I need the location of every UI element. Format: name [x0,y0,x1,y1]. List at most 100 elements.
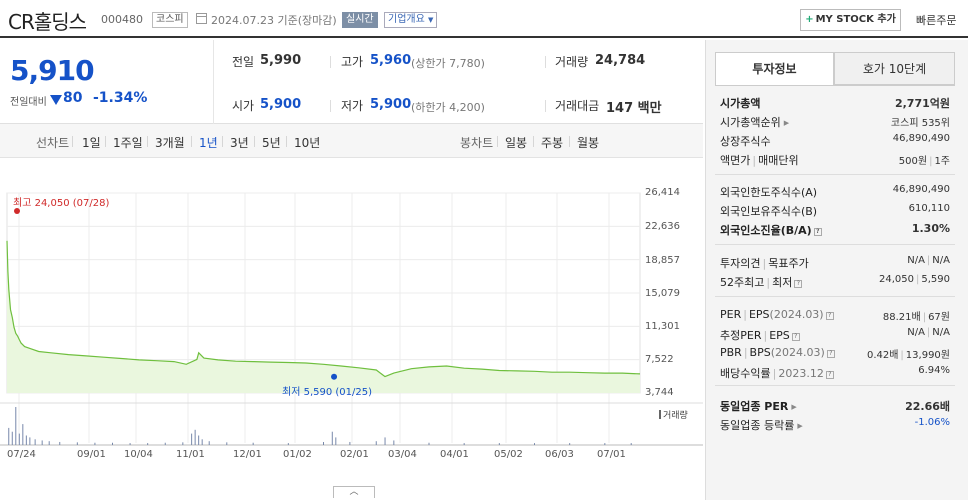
face-value-amount: 500원 [898,156,928,167]
market-cap-value: 2,771억원 [894,97,950,110]
quick-order-button[interactable]: 빠른주문 [916,12,956,28]
sector-section: 동일업종 PER ▶ 22.66배 동일업종 등락률 ▶ -1.06% [715,386,955,439]
help-icon[interactable]: ? [825,371,834,379]
chevron-right-icon: ▶ [791,403,797,411]
realtime-badge[interactable]: 실시간 [342,12,378,28]
chart-period-tabs: 선차트 1일 1주일 3개월 1년 3년 5년 10년 봉차트 일봉 주봉 월봉 [0,124,703,158]
x-tick-label: 06/03 [545,449,574,460]
candle-chart-label[interactable]: 봉차트 [460,134,493,151]
foreign-ratio-text: 외국인소진율(B/A) [720,224,812,237]
help-icon[interactable]: ? [826,350,835,358]
plus-icon: + [805,14,814,25]
sector-per-label: 동일업종 PER [720,400,789,413]
x-tick-label: 02/01 [340,449,369,460]
trade-unit-label: 매매단위 [758,154,799,167]
tab-1day[interactable]: 1일 [82,134,101,151]
sector-per-link[interactable]: 동일업종 PER ▶ [720,398,797,414]
y-tick-label: 11,301 [645,321,680,332]
x-tick-label: 10/04 [124,449,153,460]
my-stock-add-button[interactable]: + MY STOCK 추가 [800,9,901,31]
calendar-icon [196,13,207,24]
foreign-ratio-label: 외국인소진율(B/A)? [720,222,822,238]
stock-header: CR홀딩스 000480 코스피 2024.07.23 기준(장마감) 실시간 … [0,0,968,38]
bps-label: BPS [749,346,771,359]
high-value: 5,960 [370,53,412,68]
divider [254,136,255,147]
corp-overview-dropdown[interactable]: 기업개요 ▼ [384,12,438,28]
tab-3months[interactable]: 3개월 [155,134,185,151]
upper-limit: (상한가 7,780) [411,57,485,70]
foreign-limit-label: 외국인한도주식수(A) [720,186,818,199]
divider [147,136,148,147]
face-value-value: 500원 | 1주 [899,152,950,167]
tab-weekly-candle[interactable]: 주봉 [541,134,563,151]
tab-1week[interactable]: 1주일 [113,134,143,151]
divider [286,136,287,147]
y-tick-label: 22,636 [645,221,680,232]
chevron-right-icon: ▶ [797,422,803,430]
shares-value: 46,890,490 [892,133,950,144]
foreign-hold-value: 610,110 [908,203,950,214]
foreign-ratio-row: 외국인소진율(B/A)? 1.30% [720,222,950,240]
my-stock-label: MY STOCK 추가 [815,14,896,25]
divider [72,136,73,147]
x-tick-label: 12/01 [233,449,262,460]
per-row: PER | EPS(2024.03)? 88.21배 | 67원 [720,308,950,326]
chevron-right-icon: ▶ [783,119,790,127]
price-chart[interactable]: 최고 24,050 (07/28) 최저 5,590 (01/25) 26,41… [0,158,703,500]
price-summary: 5,910 전일대비 80 -1.34% 전일 5,990 고가 5,960 (… [0,40,703,124]
est-per-label: 추정PER | EPS? [720,327,800,343]
divider [330,56,331,68]
line-chart-label[interactable]: 선차트 [36,134,69,151]
y-tick-label: 15,079 [645,288,680,299]
high-label: 고가 [341,55,364,69]
pbr-value-text: 0.42배 [866,350,899,361]
tab-invest-info[interactable]: 투자정보 [715,52,834,85]
low-marker-label: 최저 5,590 (01/25) [282,387,373,398]
x-tick-label: 07/01 [597,449,626,460]
market-cap-rank-label: 시가총액순위 [720,116,781,129]
week52-low-value: 5,590 [921,274,950,285]
eps-value: 67원 [928,312,950,323]
change-label: 전일대비 [10,97,47,108]
market-cap-rank-link[interactable]: 시가총액순위 ▶ [720,114,789,130]
x-tick-label: 11/01 [176,449,205,460]
divider [569,136,570,147]
help-icon[interactable]: ? [791,333,800,341]
divider: | [929,156,933,167]
sector-per-row[interactable]: 동일업종 PER ▶ 22.66배 [720,398,950,416]
low-label: 저가 [341,99,364,113]
market-badge: 코스피 [152,12,188,28]
change-amount: 80 [63,90,83,106]
market-cap-rank-row[interactable]: 시가총액순위 ▶ 코스피 535위 [720,114,950,132]
per-value: 88.21배 | 67원 [883,308,950,323]
tab-orderbook[interactable]: 호가 10단계 [834,52,955,85]
divider: | [752,154,757,167]
tab-daily-candle[interactable]: 일봉 [505,134,527,151]
tab-3years[interactable]: 3년 [230,134,249,151]
divider: | [926,327,931,338]
divider [533,136,534,147]
help-icon[interactable]: ? [794,280,803,288]
help-icon[interactable]: ? [813,228,822,236]
per-value-text: 88.21배 [882,312,921,323]
price-line [6,240,641,378]
face-value-row: 액면가 | 매매단위 500원 | 1주 [720,152,950,170]
tab-1year[interactable]: 1년 [199,134,218,151]
tab-monthly-candle[interactable]: 월봉 [577,134,599,151]
chart-collapse-toggle[interactable]: ︿ [333,486,375,498]
week52-label: 52주최고 | 최저? [720,274,803,290]
est-eps-label: EPS [769,329,790,342]
change-percent: -1.34% [93,90,148,106]
tab-5years[interactable]: 5년 [262,134,281,151]
dividend-date: 2023.12 [778,367,824,380]
tab-10years[interactable]: 10년 [294,134,320,151]
chevron-down-icon: ▼ [428,16,434,24]
pbr-row: PBR | BPS(2024.03)? 0.42배 | 13,990원 [720,346,950,364]
sector-change-link[interactable]: 동일업종 등락률 ▶ [720,417,803,433]
eps-date: (2024.03) [769,308,824,321]
dividend-text: 배당수익률 [720,367,771,380]
price-area [7,240,640,393]
help-icon[interactable]: ? [825,312,834,320]
sector-change-row[interactable]: 동일업종 등락률 ▶ -1.06% [720,417,950,435]
